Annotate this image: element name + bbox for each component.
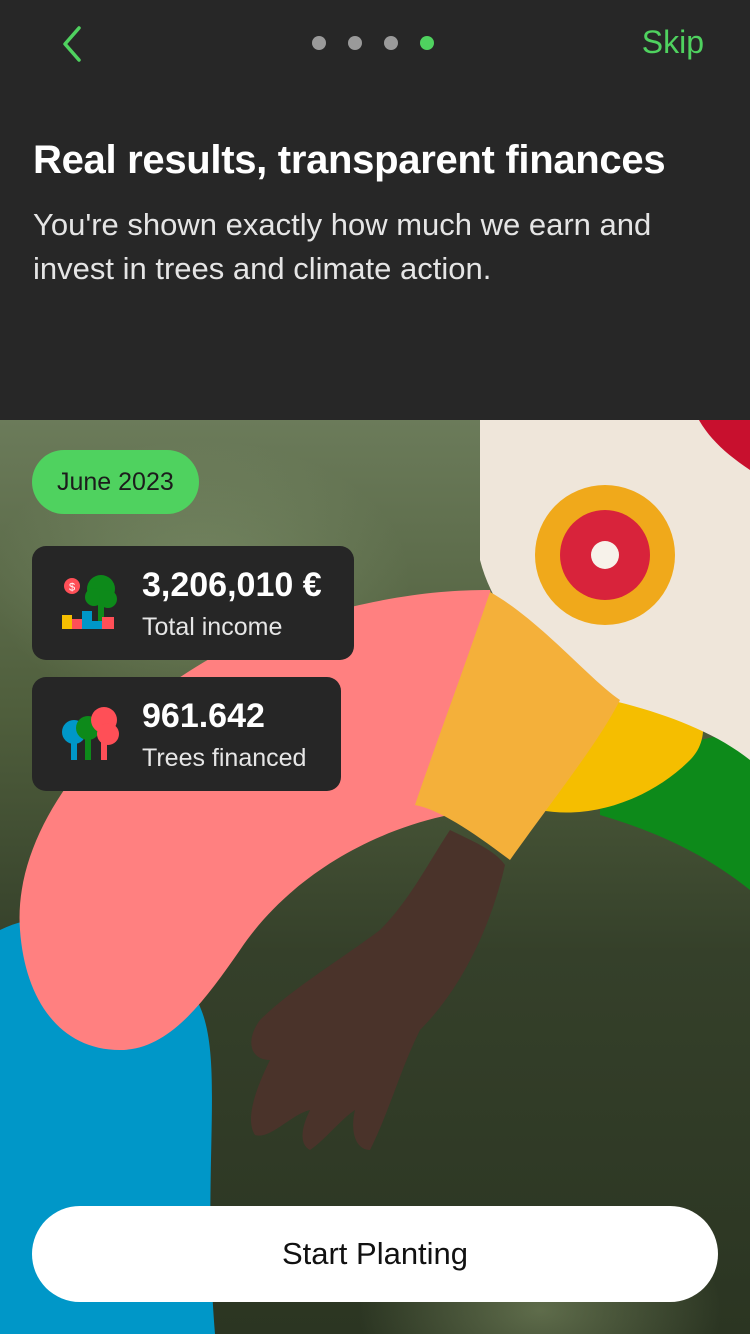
trees-icon [62, 707, 119, 760]
stat-text: 961.642 Trees financed [142, 696, 306, 773]
pager-dot[interactable] [348, 36, 362, 50]
pager-dot[interactable] [384, 36, 398, 50]
income-chart-icon: $ [62, 575, 117, 629]
pager-dot[interactable] [312, 36, 326, 50]
chevron-left-icon [63, 26, 81, 62]
stat-card-income: $ 3,206,010 € Total income [32, 546, 354, 660]
stat-card-trees: 961.642 Trees financed [32, 677, 341, 791]
page-title: Real results, transparent finances [33, 138, 666, 182]
pager-dots [312, 36, 434, 50]
fabric-pattern-center [591, 541, 619, 569]
stat-value: 961.642 [142, 696, 265, 735]
pager-dot-active[interactable] [420, 36, 434, 50]
period-badge: June 2023 [32, 450, 199, 514]
back-button[interactable] [48, 20, 96, 68]
skip-button[interactable]: Skip [642, 24, 704, 61]
start-planting-button[interactable]: Start Planting [32, 1206, 718, 1302]
page-subtitle: You're shown exactly how much we earn an… [33, 207, 652, 286]
stat-text: 3,206,010 € Total income [142, 565, 322, 642]
stat-label: Trees financed [142, 743, 307, 772]
header-area: Skip Real results, transparent finances … [0, 0, 750, 420]
stat-label: Total income [142, 612, 283, 641]
svg-text:$: $ [69, 582, 75, 594]
stat-value: 3,206,010 € [142, 565, 322, 604]
